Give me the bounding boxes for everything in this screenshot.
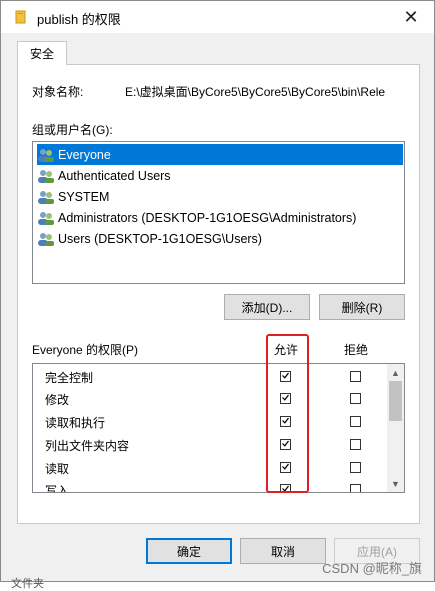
permission-row: 完全控制 — [45, 366, 93, 388]
permission-row: 读取 — [45, 457, 69, 479]
users-icon — [37, 232, 55, 246]
allow-checkbox[interactable] — [280, 393, 291, 404]
background-text: 文件夹 — [11, 578, 44, 590]
deny-column-header: 拒绝 — [344, 343, 369, 357]
list-item-label: SYSTEM — [58, 189, 110, 204]
close-button[interactable]: ✕ — [388, 1, 434, 33]
add-button-label: 添加(D)... — [241, 300, 293, 315]
users-icon — [37, 169, 55, 183]
allow-checkbox[interactable] — [280, 439, 291, 450]
deny-checkbox[interactable] — [350, 371, 361, 382]
permissions-scrollbar[interactable]: ▲ ▼ — [387, 364, 404, 492]
allow-checkbox[interactable] — [280, 462, 291, 473]
list-item-label: Authenticated Users — [58, 168, 171, 183]
permission-name: 修改 — [45, 392, 70, 407]
permission-name: 读取 — [45, 461, 70, 476]
tab-security[interactable]: 安全 — [17, 41, 67, 65]
ok-button-label: 确定 — [176, 544, 201, 559]
title-bar: publish 的权限 ✕ — [1, 1, 434, 33]
permission-name: 完全控制 — [45, 370, 94, 385]
list-item-label: Everyone — [58, 147, 111, 162]
permissions-list: 完全控制 修改 读取和执行 列出文件夹内容 读取 写入 ▲ ▼ — [32, 363, 405, 493]
scroll-down-icon[interactable]: ▼ — [387, 475, 404, 492]
apply-button-label: 应用(A) — [357, 544, 397, 559]
group-list-label: 组或用户名(G): — [32, 123, 113, 137]
add-button[interactable]: 添加(D)... — [224, 294, 310, 320]
remove-button[interactable]: 删除(R) — [319, 294, 405, 320]
deny-checkbox[interactable] — [350, 439, 361, 450]
list-item[interactable]: SYSTEM — [37, 186, 403, 207]
tab-security-label: 安全 — [29, 47, 54, 61]
group-user-list[interactable]: Everyone Authenticated Users SYSTEM Admi… — [32, 141, 405, 284]
list-item[interactable]: Everyone — [37, 144, 403, 165]
permissions-label: Everyone 的权限(P) — [32, 343, 139, 357]
permission-name: 写入 — [45, 483, 70, 493]
allow-checkbox[interactable] — [280, 371, 291, 382]
users-icon — [37, 211, 55, 225]
scroll-thumb[interactable] — [389, 381, 402, 421]
window-title: publish 的权限 — [37, 12, 121, 27]
cancel-button-label: 取消 — [270, 544, 295, 559]
object-path: E:\虚拟桌面\ByCore5\ByCore5\ByCore5\bin\Rele — [125, 85, 386, 99]
allow-checkbox[interactable] — [280, 416, 291, 427]
deny-checkbox[interactable] — [350, 484, 361, 492]
allow-column-header: 允许 — [274, 343, 299, 357]
ok-button[interactable]: 确定 — [146, 538, 232, 564]
permission-row: 列出文件夹内容 — [45, 434, 129, 456]
users-icon — [37, 190, 55, 204]
close-icon: ✕ — [403, 6, 419, 27]
permissions-dialog: publish 的权限 ✕ 安全 对象名称: E:\虚拟桌面\ByCore5\B… — [0, 0, 435, 590]
list-item-label: Administrators (DESKTOP-1G1OESG\Administ… — [58, 210, 357, 225]
permission-name: 读取和执行 — [45, 415, 106, 430]
deny-checkbox[interactable] — [350, 462, 361, 473]
allow-checkbox[interactable] — [280, 484, 291, 492]
list-item[interactable]: Administrators (DESKTOP-1G1OESG\Administ… — [37, 207, 403, 228]
users-icon — [37, 148, 55, 162]
permission-row: 修改 — [45, 388, 69, 410]
scroll-up-icon[interactable]: ▲ — [387, 364, 404, 381]
permission-row: 写入 — [45, 479, 69, 493]
remove-button-label: 删除(R) — [341, 300, 383, 315]
permission-row: 读取和执行 — [45, 411, 105, 433]
watermark: CSDN @昵称_旗 — [322, 561, 422, 576]
deny-checkbox[interactable] — [350, 393, 361, 404]
deny-checkbox[interactable] — [350, 416, 361, 427]
permission-name: 列出文件夹内容 — [45, 438, 130, 453]
list-item-label: Users (DESKTOP-1G1OESG\Users) — [58, 231, 262, 246]
object-name-label: 对象名称: — [32, 85, 84, 99]
list-item[interactable]: Users (DESKTOP-1G1OESG\Users) — [37, 228, 403, 249]
list-item[interactable]: Authenticated Users — [37, 165, 403, 186]
cancel-button[interactable]: 取消 — [240, 538, 326, 564]
folder-icon — [15, 10, 26, 24]
